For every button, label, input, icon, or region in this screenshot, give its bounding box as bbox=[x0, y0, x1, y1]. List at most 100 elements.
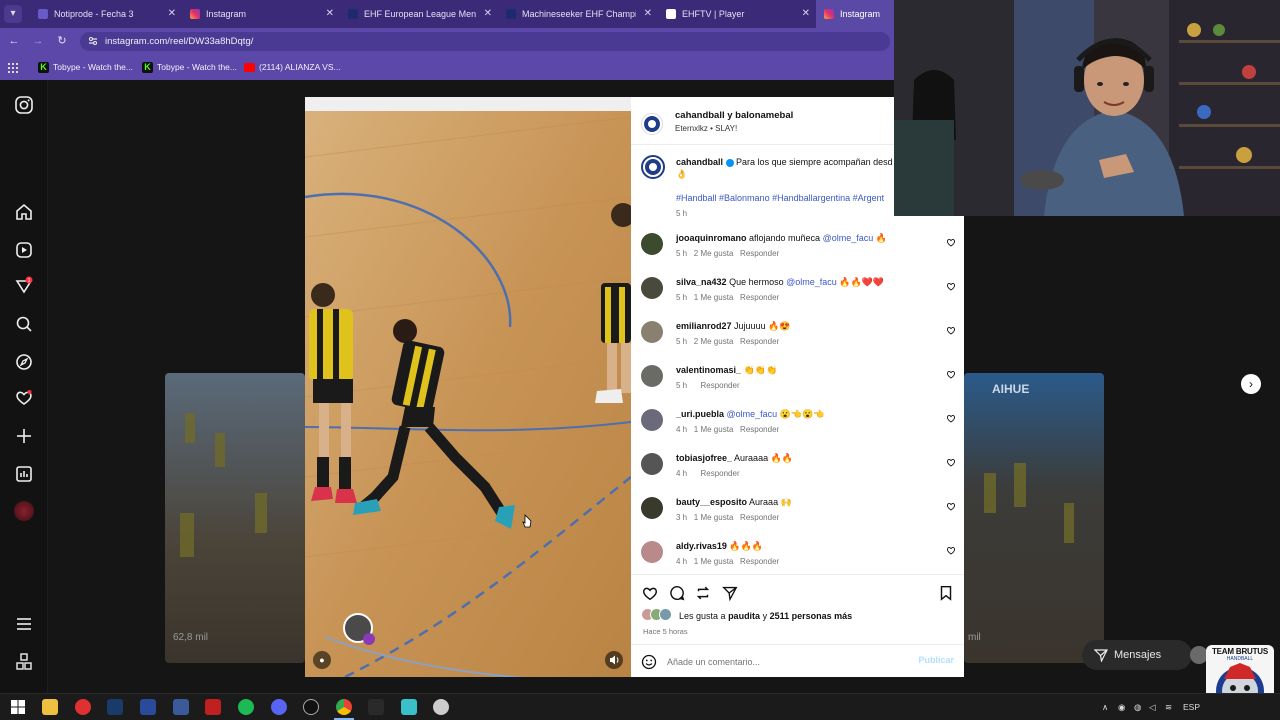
mute-icon[interactable] bbox=[605, 651, 623, 669]
comment-like-icon[interactable] bbox=[946, 237, 956, 247]
comment-username[interactable]: emilianrod27 bbox=[676, 321, 732, 331]
reel-video[interactable]: ● bbox=[305, 97, 631, 677]
reels-icon[interactable] bbox=[14, 240, 34, 260]
likes-count[interactable]: 2511 personas más bbox=[770, 611, 853, 621]
comment-icon[interactable] bbox=[668, 584, 686, 602]
commenter-avatar[interactable] bbox=[641, 233, 663, 255]
save-bookmark-icon[interactable] bbox=[937, 584, 955, 602]
volume-icon[interactable]: ◁ bbox=[1149, 694, 1156, 720]
comment-mention[interactable]: @olme_facu bbox=[823, 233, 874, 243]
likes-user[interactable]: paudita bbox=[728, 611, 760, 621]
app-icon[interactable] bbox=[368, 699, 384, 715]
tab-notiprode[interactable]: Notiprode - Fecha 3 ✕ bbox=[30, 0, 182, 28]
app-icon[interactable] bbox=[433, 699, 449, 715]
publish-button[interactable]: Publicar bbox=[918, 655, 954, 665]
tab-ehftv[interactable]: EHFTV | Player ✕ bbox=[658, 0, 816, 28]
comment-like-icon[interactable] bbox=[946, 545, 956, 555]
comment-like-icon[interactable] bbox=[946, 413, 956, 423]
menu-icon[interactable] bbox=[14, 614, 34, 634]
tagged-users-icon[interactable]: ● bbox=[313, 651, 331, 669]
app-icon[interactable] bbox=[173, 699, 189, 715]
comment-username[interactable]: tobiasjofree_ bbox=[676, 453, 732, 463]
caption-username[interactable]: cahandball bbox=[676, 157, 723, 167]
discord-icon[interactable] bbox=[271, 699, 287, 715]
comment-likes[interactable]: 1 Me gusta bbox=[694, 293, 734, 302]
audio-track[interactable]: Eternxlkz • SLAY! bbox=[675, 124, 737, 133]
close-tab-icon[interactable]: ✕ bbox=[802, 0, 810, 28]
tray-chevron-icon[interactable]: ∧ bbox=[1102, 694, 1108, 720]
activity-icon[interactable]: 1 bbox=[14, 276, 34, 296]
repost-icon[interactable] bbox=[694, 584, 712, 602]
comment-mention[interactable]: @olme_facu bbox=[786, 277, 837, 287]
comment-username[interactable]: aldy.rivas19 bbox=[676, 541, 727, 551]
reply-button[interactable]: Responder bbox=[740, 337, 779, 346]
tab-instagram[interactable]: Instagram ✕ bbox=[182, 0, 340, 28]
comment-username[interactable]: bauty__esposito bbox=[676, 497, 747, 507]
audio-avatar[interactable] bbox=[343, 613, 375, 645]
commenter-avatar[interactable] bbox=[641, 365, 663, 387]
tab-ehf-champions[interactable]: Machineseeker EHF Champions ✕ bbox=[498, 0, 658, 28]
file-explorer-icon[interactable] bbox=[42, 699, 58, 715]
url-field[interactable]: instagram.com/reel/DW33a8hDqtg/ bbox=[80, 32, 890, 51]
tab-search-icon[interactable]: ▾ bbox=[4, 5, 22, 23]
liker-avatars[interactable] bbox=[641, 608, 677, 622]
windows-start-icon[interactable] bbox=[10, 699, 26, 715]
comment-username[interactable]: silva_na432 bbox=[676, 277, 727, 287]
comment-like-icon[interactable] bbox=[946, 281, 956, 291]
comment-likes[interactable]: 1 Me gusta bbox=[694, 513, 734, 522]
bookmark-item[interactable]: K Tobype - Watch the... bbox=[38, 55, 133, 80]
share-icon[interactable] bbox=[721, 584, 739, 602]
reply-button[interactable]: Responder bbox=[740, 557, 779, 566]
home-icon[interactable] bbox=[14, 202, 34, 222]
comment-like-icon[interactable] bbox=[946, 457, 956, 467]
comment-mention[interactable]: @olme_facu bbox=[727, 409, 778, 419]
steam-icon[interactable] bbox=[107, 699, 123, 715]
background-reel-thumbnail[interactable]: AIHUE mil bbox=[964, 373, 1104, 663]
app-icon[interactable] bbox=[75, 699, 91, 715]
commenter-avatar[interactable] bbox=[641, 541, 663, 563]
reply-button[interactable]: Responder bbox=[740, 425, 779, 434]
caption-hashtags[interactable]: #Handball #Balonmano #Handballargentina … bbox=[676, 193, 884, 203]
commenter-avatar[interactable] bbox=[641, 453, 663, 475]
app-icon[interactable] bbox=[205, 699, 221, 715]
create-icon[interactable] bbox=[14, 426, 34, 446]
comment-input[interactable] bbox=[667, 653, 907, 671]
tab-ehf-league[interactable]: EHF European League Men 202 ✕ bbox=[340, 0, 498, 28]
language-indicator[interactable]: ESP bbox=[1183, 694, 1200, 720]
reply-button[interactable]: Responder bbox=[700, 381, 739, 390]
reply-button[interactable]: Responder bbox=[740, 293, 779, 302]
commenter-avatar[interactable] bbox=[641, 277, 663, 299]
apps-icon[interactable] bbox=[8, 55, 18, 80]
explore-icon[interactable] bbox=[14, 352, 34, 372]
commenter-avatar[interactable] bbox=[641, 409, 663, 431]
obs-icon[interactable] bbox=[303, 699, 319, 715]
profile-avatar[interactable] bbox=[14, 501, 34, 521]
network-icon[interactable]: ≋ bbox=[1165, 694, 1172, 720]
forward-icon[interactable]: → bbox=[30, 33, 46, 49]
comment-like-icon[interactable] bbox=[946, 501, 956, 511]
caption-avatar[interactable] bbox=[641, 155, 665, 179]
reload-icon[interactable]: ↻ bbox=[54, 33, 70, 49]
comment-username[interactable]: _uri.puebla bbox=[676, 409, 724, 419]
commenter-avatar[interactable] bbox=[641, 497, 663, 519]
app-icon[interactable] bbox=[401, 699, 417, 715]
bookmark-item[interactable]: (2114) ALIANZA VS... bbox=[244, 55, 341, 80]
reply-button[interactable]: Responder bbox=[740, 513, 779, 522]
messages-button[interactable]: Mensajes bbox=[1082, 640, 1192, 670]
dashboard-icon[interactable] bbox=[14, 464, 34, 484]
chrome-icon[interactable] bbox=[336, 699, 352, 715]
likes-summary[interactable]: Les gusta a paudita y 2511 personas más bbox=[679, 611, 852, 621]
notifications-heart-icon[interactable] bbox=[14, 388, 34, 408]
close-tab-icon[interactable]: ✕ bbox=[484, 0, 492, 28]
background-reel-thumbnail[interactable]: 62,8 mil bbox=[165, 373, 305, 663]
author-avatar[interactable] bbox=[641, 113, 663, 135]
spotify-icon[interactable] bbox=[238, 699, 254, 715]
comment-likes[interactable]: 2 Me gusta bbox=[694, 249, 734, 258]
meta-apps-icon[interactable] bbox=[14, 652, 34, 672]
comment-like-icon[interactable] bbox=[946, 325, 956, 335]
close-tab-icon[interactable]: ✕ bbox=[326, 0, 334, 28]
comment-likes[interactable]: 1 Me gusta bbox=[694, 557, 734, 566]
comment-likes[interactable]: 1 Me gusta bbox=[694, 425, 734, 434]
next-post-button[interactable]: › bbox=[1241, 374, 1261, 394]
instagram-logo-icon[interactable] bbox=[14, 95, 34, 115]
